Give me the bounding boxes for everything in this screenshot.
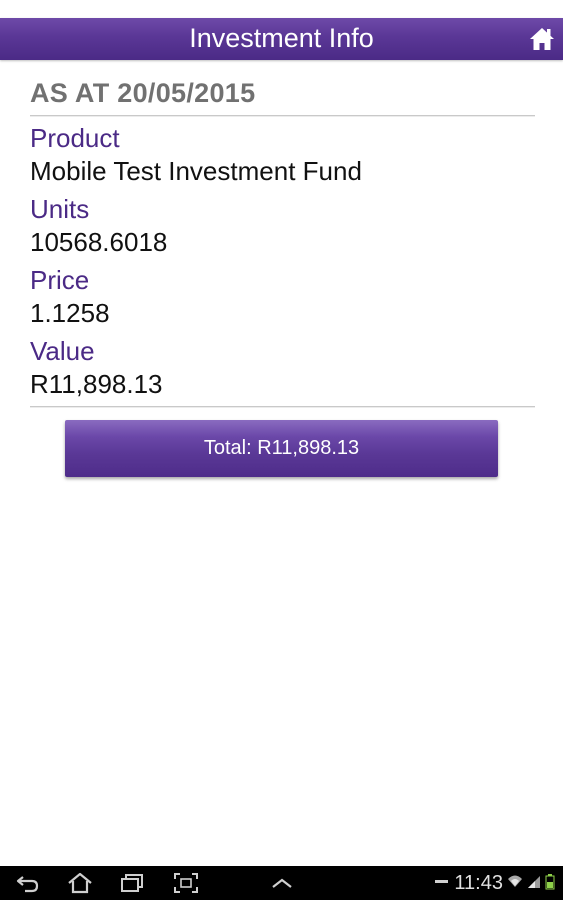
home-nav-button[interactable] [66, 871, 94, 895]
screenshot-button[interactable] [172, 871, 200, 895]
price-label: Price [30, 265, 90, 295]
divider [30, 115, 535, 117]
chevron-up-icon [268, 871, 296, 895]
divider [30, 406, 535, 408]
back-button[interactable] [14, 871, 42, 895]
total-button[interactable]: Total: R11,898.13 [65, 420, 498, 477]
wifi-icon [507, 871, 523, 895]
total-label: Total: R11,898.13 [203, 437, 360, 459]
units-label: Units [30, 194, 90, 224]
value-label: Value [30, 336, 95, 366]
clock: 11:43 [454, 871, 503, 894]
price-value: 1.1258 [30, 298, 110, 328]
product-value: Mobile Test Investment Fund [30, 156, 362, 186]
recent-apps-button[interactable] [118, 871, 146, 895]
product-label: Product [30, 123, 120, 153]
top-strip [0, 0, 563, 18]
as-at-date-heading: AS AT 20/05/2015 [30, 78, 256, 108]
system-navigation-bar: 11:43 [0, 866, 563, 900]
expand-button[interactable] [268, 871, 296, 895]
home-icon [527, 24, 557, 54]
status-area: 11:43 [434, 866, 555, 900]
minus-icon [434, 871, 450, 895]
screenshot-icon [172, 871, 200, 895]
recent-apps-icon [118, 871, 146, 895]
back-icon [14, 871, 42, 895]
value-value: R11,898.13 [30, 369, 163, 399]
signal-icon [527, 871, 541, 895]
app-header: Investment Info [0, 18, 563, 60]
page-title: Investment Info [189, 23, 374, 53]
units-value: 10568.6018 [30, 227, 168, 257]
battery-icon [545, 871, 555, 895]
home-nav-icon [66, 871, 94, 895]
home-button[interactable] [527, 24, 557, 54]
